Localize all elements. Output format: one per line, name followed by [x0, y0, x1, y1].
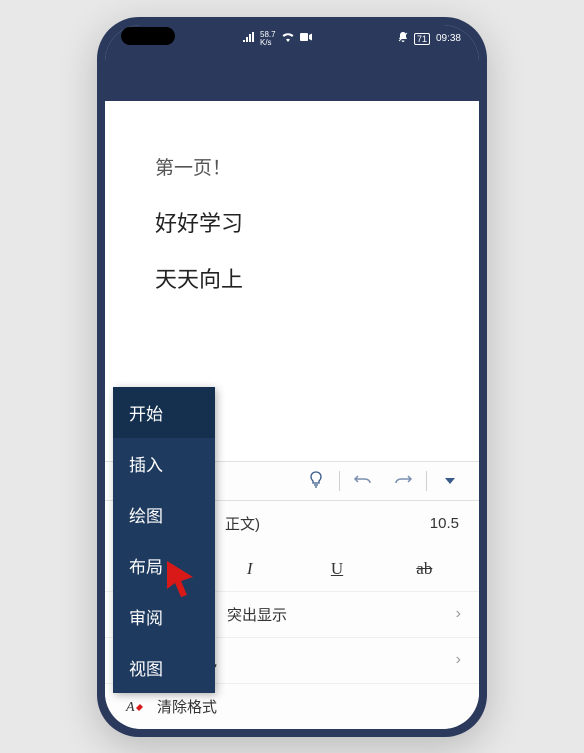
clock: 09:38 [436, 33, 461, 44]
cursor-pointer [163, 559, 199, 604]
strikethrough-button[interactable]: ab [382, 559, 467, 579]
dropdown-caret-icon[interactable] [433, 464, 467, 498]
clear-format-icon: A [123, 695, 145, 717]
wifi-icon [281, 32, 295, 45]
doc-line-3: 天天向上 [155, 262, 429, 294]
font-size: 10.5 [430, 515, 459, 532]
signal-text: 58.7K/s [260, 31, 276, 47]
lightbulb-icon[interactable] [299, 464, 333, 498]
status-right: 71 09:38 [398, 32, 461, 45]
screen: 58.7K/s 71 09:38 第一页！ [105, 25, 479, 729]
video-icon [300, 33, 312, 44]
signal-icon [243, 32, 255, 45]
tab-dropdown-menu: 开始 插入 绘图 布局 审阅 视图 [113, 387, 215, 693]
app-header [105, 53, 479, 101]
menu-item-view[interactable]: 视图 [113, 642, 215, 693]
divider [426, 471, 427, 491]
divider [339, 471, 340, 491]
status-left: 58.7K/s [243, 31, 312, 47]
svg-text:A: A [125, 700, 135, 715]
menu-item-draw[interactable]: 绘图 [113, 489, 215, 540]
font-name: 正文) [225, 513, 260, 534]
doc-line-2: 好好学习 [155, 206, 429, 238]
chevron-right-icon: › [456, 605, 461, 623]
undo-icon[interactable] [346, 464, 380, 498]
notification-icon [398, 32, 408, 45]
menu-item-start[interactable]: 开始 [113, 387, 215, 438]
redo-icon[interactable] [386, 464, 420, 498]
camera-cutout [121, 27, 175, 45]
phone-frame: 58.7K/s 71 09:38 第一页！ [97, 17, 487, 737]
underline-button[interactable]: U [294, 559, 379, 579]
italic-button[interactable]: I [207, 559, 292, 579]
document-area[interactable]: 第一页！ 好好学习 天天向上 [105, 101, 479, 397]
chevron-right-icon: › [456, 651, 461, 669]
battery: 71 [414, 33, 430, 45]
menu-item-insert[interactable]: 插入 [113, 438, 215, 489]
doc-line-1: 第一页！ [155, 153, 429, 180]
clear-format-label: 清除格式 [157, 696, 461, 717]
highlight-label: 突出显示 [227, 604, 444, 625]
